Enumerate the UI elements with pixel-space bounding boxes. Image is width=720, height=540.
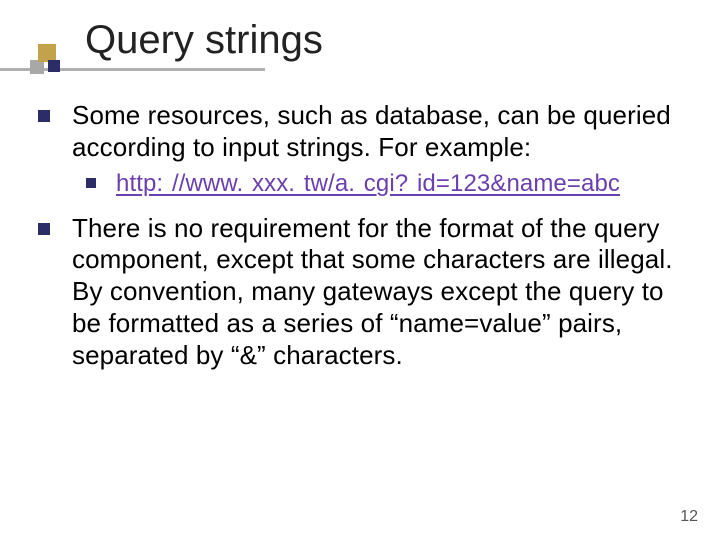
sub-bullet-1-text: http: //www. xxx. tw/a. cgi? id=123&name… <box>116 169 620 198</box>
example-url-link[interactable]: http: //www. xxx. tw/a. cgi? id=123&name… <box>116 170 620 197</box>
bullet-2: There is no requirement for the format o… <box>38 213 698 372</box>
bullet-2-text: There is no requirement for the format o… <box>72 213 698 372</box>
square-bullet-icon <box>38 110 50 122</box>
sub-bullet-1: http: //www. xxx. tw/a. cgi? id=123&name… <box>86 169 698 198</box>
slide-title: Query strings <box>85 18 323 63</box>
deco-square-navy <box>48 60 60 72</box>
url-base: http: //www. xxx. tw/a. cgi? <box>116 170 417 197</box>
slide-body: Some resources, such as database, can be… <box>38 100 698 377</box>
bullet-1-text: Some resources, such as database, can be… <box>72 100 698 163</box>
square-bullet-icon <box>86 178 96 188</box>
deco-square-gray <box>30 60 44 74</box>
bullet-1: Some resources, such as database, can be… <box>38 100 698 163</box>
page-number: 12 <box>680 508 698 526</box>
square-bullet-icon <box>38 223 50 235</box>
url-querystring: id=123&name=abc <box>417 170 620 197</box>
